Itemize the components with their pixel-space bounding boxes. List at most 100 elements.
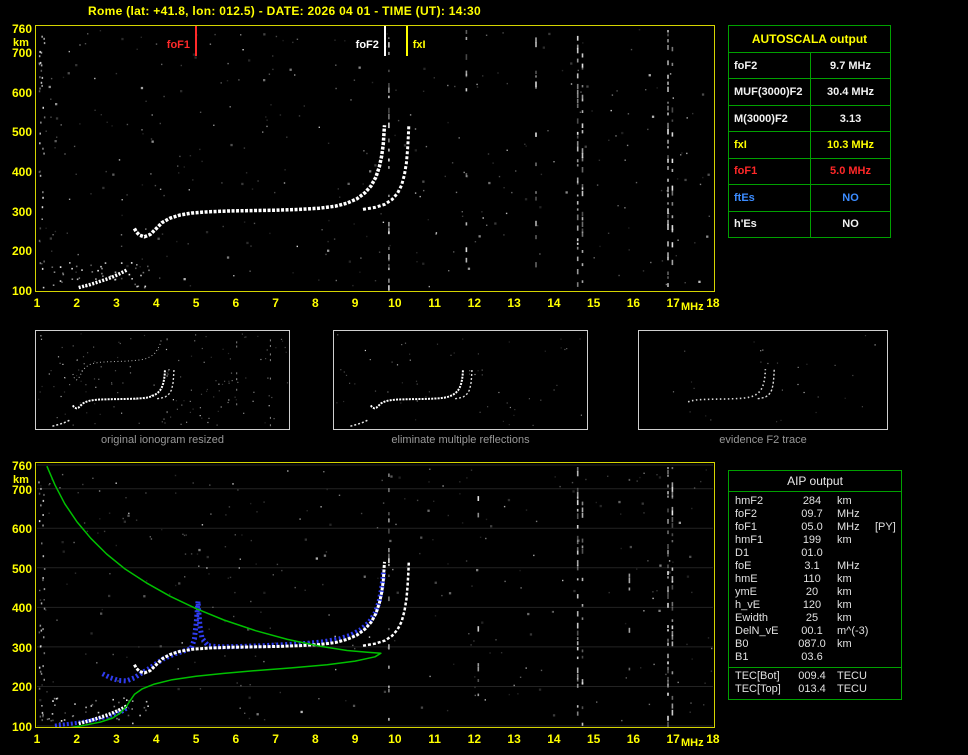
autoscala-window: Rome (lat: +41.8, lon: 012.5) - DATE: 20… [0,0,968,755]
aip-row-1: foF2 09.7 MHz [729,508,901,521]
aip-parameter-value: 25 [805,612,819,624]
aip-parameter-unit [833,651,875,664]
x-tick-label: 12 [467,732,482,746]
autoscala-parameter-value: NO [842,218,859,231]
x-tick-label: 14 [547,732,561,746]
x-tick-label: 10 [388,732,402,746]
aip-row-3: hmF1 199 km [729,534,901,547]
aip-parameter-value: 087.0 [798,638,826,650]
aip-parameter-note [875,612,901,625]
autoscala-parameter-label: M(3000)F2 [729,105,811,132]
autoscala-row-5: ftEs NO [729,185,890,212]
aip-parameter-note [875,638,901,651]
aip-parameter-note [875,586,901,599]
aip-parameter-unit: km [837,573,852,585]
autoscala-output-table: AUTOSCALA output foF2 9.7 MHz MUF(3000)F2 30… [728,25,891,238]
x-tick-label: 3 [113,296,120,310]
x-axis-unit: MHz [681,301,704,313]
aip-parameter-value: 3.1 [804,560,820,572]
autoscala-parameter-value: 5.0 MHz [830,165,871,178]
aip-parameter-unit: km [837,638,852,650]
autoscala-parameter-label: fxI [729,132,811,158]
aip-parameter-label: ymE [735,586,757,598]
y-tick-label: 760 [11,22,32,36]
aip-parameter-label: DelN_vE [735,625,779,637]
thumbnail-caption: evidence F2 trace [719,434,807,446]
y-tick-label: 400 [11,601,32,616]
y-tick-label: 760 [11,459,32,473]
aip-row-8: h_vE 120 km [729,599,901,612]
aip-parameter-label: h_vE [735,599,761,611]
aip-parameter-note [875,495,901,508]
y-tick-label: 300 [11,640,32,655]
thumbnail-evidence-canvas [672,335,876,423]
aip-parameter-note [875,573,901,586]
aip-parameter-note [875,599,901,612]
aip-parameter-note [875,560,901,573]
fxI-marker-label: fxI [412,39,426,51]
x-tick-label: 4 [152,732,160,746]
aip-parameter-value: 110 [803,573,821,585]
station-date-header: Rome (lat: +41.8, lon: 012.5) - DATE: 20… [88,4,481,18]
aip-parameter-value: 013.4 [798,683,826,695]
foF2-marker-label: foF2 [355,39,379,51]
aip-row-4: D1 01.0 [729,547,901,560]
autoscala-row-1: MUF(3000)F2 30.4 MHz [729,79,890,106]
x-tick-label: 12 [467,296,482,310]
x-tick-label: 15 [586,732,601,746]
y-tick-label: 500 [11,561,32,576]
y-tick-label: 600 [11,85,32,100]
aip-parameter-label: TEC[Bot] [735,670,780,682]
fxI-marker-line [405,26,408,56]
x-tick-label: 13 [507,732,521,746]
aip-parameter-label: foE [735,560,752,572]
aip-parameter-label: foF2 [735,508,758,520]
thumbnail-original-ionogram [35,330,290,430]
x-tick-label: 18 [706,296,720,310]
autoscala-parameter-label: foF1 [729,158,811,185]
thumbnail-caption: original ionogram resized [101,434,224,446]
aip-parameter-unit: km [837,586,852,598]
x-tick-label: 11 [428,732,441,746]
x-tick-label: 9 [351,296,359,310]
aip-row-2: foF1 05.0 MHz [PY] [729,521,901,534]
foF1-marker-line [195,26,198,56]
aip-parameter-label: D1 [735,547,750,559]
y-tick-label: 200 [11,680,32,695]
y-tick-label: 400 [11,164,32,179]
thumbnail-caption: eliminate multiple reflections [391,434,530,446]
aip-parameter-unit: m^(-3) [837,625,869,637]
aip-parameter-value: 20 [805,586,819,598]
aip-row-6: hmE 110 km [729,573,901,586]
autoscala-parameter-value: 10.3 MHz [826,138,875,151]
aip-parameter-value: 284 [802,495,822,507]
aip-parameter-unit: km [837,534,852,546]
aip-row-10: DelN_vE 00.1 m^(-3) [729,625,901,638]
autoscala-parameter-label: MUF(3000)F2 [729,79,811,105]
aip-parameter-note [875,651,901,664]
x-tick-label: 9 [351,732,359,746]
aip-parameter-value: 09.7 [801,508,823,520]
x-tick-label: 7 [272,296,279,310]
aip-parameter-label: TEC[Top] [735,683,781,695]
x-tick-label: 2 [73,732,81,746]
y-tick-label: 500 [11,125,32,140]
y-tick-label: 200 [11,244,32,259]
y-axis-unit: km [13,474,29,486]
autoscala-parameter-value: NO [842,191,859,204]
autoscala-parameter-label: foF2 [729,53,811,79]
autoscala-parameter-label: ftEs [729,185,811,211]
aip-tec-section: TEC[Bot] 009.4 TECU TEC[Top] 013.4 TECU [729,667,901,696]
x-tick-label: 15 [586,296,601,310]
aip-row-9: Ewidth 25 km [729,612,901,625]
aip-row-0: hmF2 284 km [729,495,901,508]
autoscala-row-2: M(3000)F2 3.13 [729,105,890,133]
autoscala-row-0: foF2 9.7 MHz [729,53,890,80]
x-tick-label: 5 [192,296,200,310]
aip-parameter-label: hmE [735,573,758,585]
thumbnail-original-canvas [38,333,289,427]
aip-parameter-note [875,547,901,560]
autoscala-parameter-value: 3.13 [839,112,862,125]
aip-parameter-unit: MHz [837,560,860,572]
x-tick-label: 5 [192,732,200,746]
